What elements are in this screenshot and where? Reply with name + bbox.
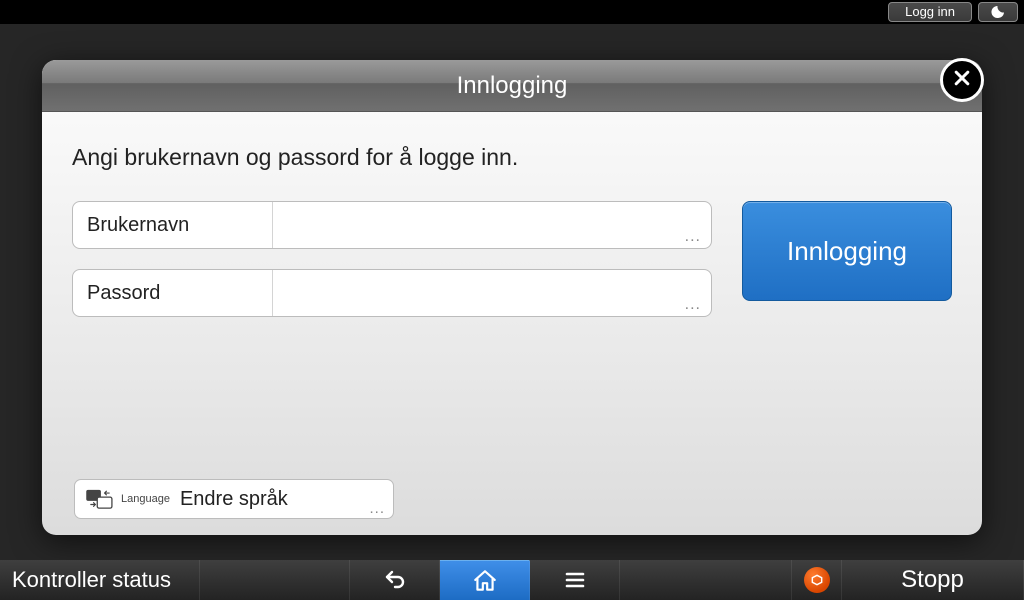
night-mode-button[interactable] [978,2,1018,22]
home-button[interactable] [440,560,530,600]
password-input[interactable] [273,270,711,316]
status-bar: Logg inn [0,0,1024,24]
status-login-button[interactable]: Logg inn [888,2,972,22]
login-dialog: Innlogging Angi brukernavn og passord fo… [42,60,982,535]
stop-icon [804,567,830,593]
status-login-label: Logg inn [905,3,955,21]
login-submit-button[interactable]: Innlogging [742,201,952,301]
ellipsis-icon: ... [685,296,701,314]
toolbar-spacer [200,560,350,600]
bottom-toolbar: Kontroller status Stopp [0,560,1024,600]
instruction-text: Angi brukernavn og passord for å logge i… [72,144,952,171]
check-status-button[interactable]: Kontroller status [0,560,200,600]
language-label: Endre språk [180,488,288,511]
hamburger-icon [563,568,587,592]
menu-button[interactable] [530,560,620,600]
toolbar-spacer [620,560,792,600]
stop-button[interactable]: Stopp [842,560,1024,600]
close-button[interactable] [940,58,984,102]
login-form: Brukernavn ... Passord ... Innlogging [72,201,952,317]
language-small-label: Language [121,493,170,505]
dialog-body: Angi brukernavn og passord for å logge i… [42,112,982,317]
username-field[interactable]: Brukernavn ... [72,201,712,249]
login-submit-label: Innlogging [787,236,907,267]
field-column: Brukernavn ... Passord ... [72,201,712,317]
home-icon [472,568,498,594]
back-icon [380,568,410,592]
check-status-label: Kontroller status [12,567,171,593]
dialog-header: Innlogging [42,60,982,112]
ellipsis-icon: ... [369,500,385,517]
password-label: Passord [73,270,273,316]
change-language-button[interactable]: Language Endre språk ... [74,479,394,519]
ellipsis-icon: ... [685,228,701,246]
dialog-title: Innlogging [457,72,568,100]
stop-label: Stopp [901,566,964,594]
close-icon [952,68,972,93]
language-swap-icon [85,487,115,511]
password-field[interactable]: Passord ... [72,269,712,317]
stop-icon-button[interactable] [792,560,842,600]
moon-icon [990,4,1006,20]
username-label: Brukernavn [73,202,273,248]
username-input[interactable] [273,202,711,248]
back-button[interactable] [350,560,440,600]
